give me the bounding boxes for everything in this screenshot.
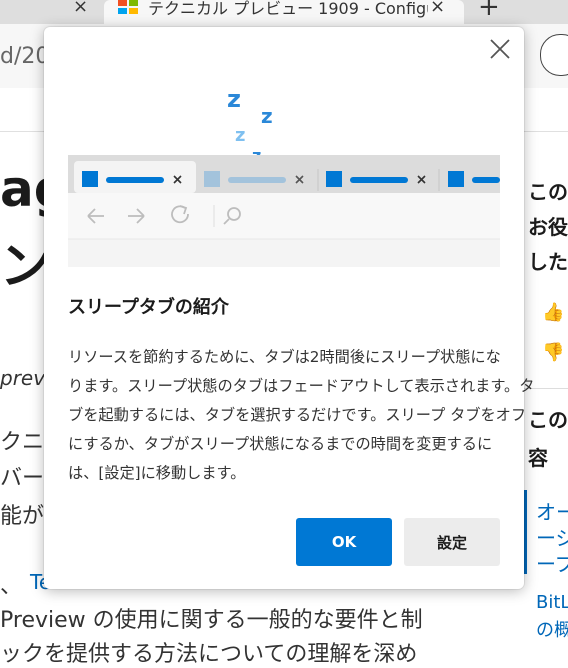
address-bar[interactable]: d/20 [0,44,49,69]
dialog-title: スリープタブの紹介 [68,297,229,318]
dialog-description-line: ブを起動するには、タブを選択するだけです。スリープ タブをオフ [68,406,527,424]
dialog-description-line: にするか、タブがスリープ状態になるまでの時間を変更するに [68,435,493,453]
mock-favicon [82,171,98,187]
tab-active[interactable]: テクニカル プレビュー 1909 - Configu × [104,0,464,24]
mock-tab-title-faded [228,177,286,183]
tab-previous[interactable]: × [0,0,97,24]
page-text: ックを提供する方法についての理解を深め [0,642,418,667]
sleeping-tabs-dialog: z z z z スリープタブの紹介 [44,27,535,589]
mock-favicon [448,171,464,187]
page-text: クニ [0,430,45,455]
settings-button[interactable]: 設定 [404,518,500,566]
toc-link[interactable]: ージ [536,522,568,551]
close-icon [490,39,510,59]
thumbs-down-icon[interactable]: 👎 [542,342,564,363]
toc-link[interactable]: ープ [536,548,568,577]
mock-tab-title [106,177,164,183]
page-heading: ン [0,237,50,295]
windows-logo-icon [118,0,138,14]
toc-link[interactable]: オー [536,496,568,525]
close-button[interactable] [488,37,512,61]
ok-button[interactable]: OK [296,518,392,566]
toc-active-indicator [524,490,527,574]
toc-link[interactable]: の概 [536,616,568,642]
dialog-description-line: は、[設定]に移動します。 [68,464,246,482]
mock-tab-title [472,177,500,183]
tab-title: テクニカル プレビュー 1909 - Configu [148,0,428,18]
sidebar-heading: この [528,408,568,432]
mock-favicon [326,171,342,187]
dialog-description: リソースを節約するために、タブは2時間後にスリープ状態にな ります。スリープ状態… [68,343,535,488]
close-icon[interactable]: × [73,0,88,17]
thumbs-up-icon[interactable]: 👍 [542,302,564,323]
sleeping-tabs-illustration: z z z z [68,85,500,267]
sleep-z-icon: z [227,85,241,113]
sleep-z-icon: z [235,125,245,146]
close-icon[interactable]: × [430,0,445,17]
sidebar-text: この [528,180,568,204]
toc-link[interactable]: BitL [536,592,568,613]
sleep-z-icon: z [261,104,273,128]
mock-favicon-faded [204,171,220,187]
page-text: 、 [0,574,23,599]
mock-tab-title [350,177,408,183]
new-tab-button[interactable]: + [478,0,500,22]
dialog-description-line: ります。スリープ状態のタブはフェードアウトして表示されます。タ [68,377,535,395]
dialog-description-line: リソースを節約するために、タブは2時間後にスリープ状態にな [68,348,501,366]
page-text: Preview の使用に関する一般的な要件と制 [0,608,423,633]
sidebar-text: した [528,250,568,274]
sidebar-heading: 容 [528,446,548,470]
sidebar-text: お役 [528,215,568,239]
